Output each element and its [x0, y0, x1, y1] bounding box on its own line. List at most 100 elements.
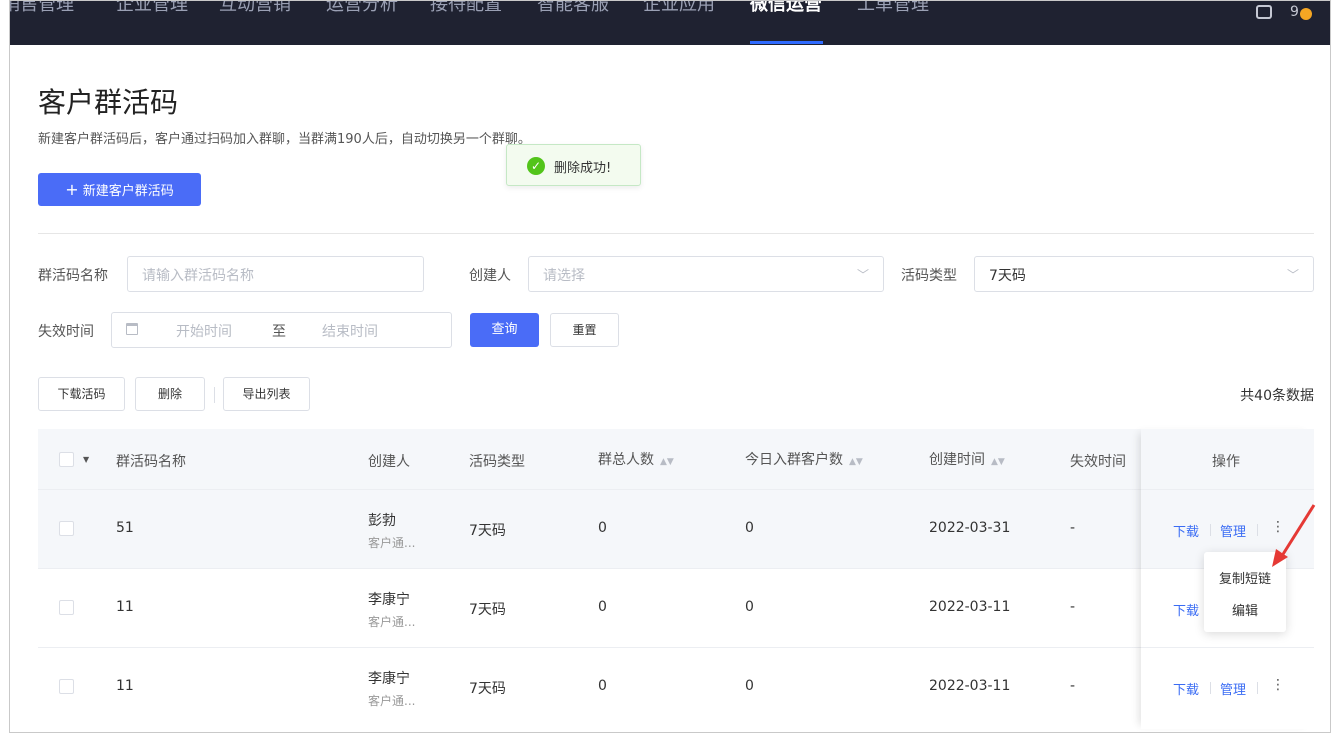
op-separator	[1257, 682, 1258, 694]
top-nav: 销售管理 企业管理 互动营销 运营分析 接待配置 智能客服 企业应用 微信运营 …	[10, 1, 1330, 45]
row-creator-sub: 客户通...	[368, 536, 416, 550]
table-row: 11 李康宁 客户通... 7天码 0 0 2022-03-11 -	[38, 568, 1314, 647]
check-circle-icon: ✓	[527, 157, 545, 175]
row-name: 11	[116, 678, 134, 694]
nav-active-underline	[750, 41, 823, 44]
row-type: 7天码	[469, 602, 506, 618]
new-button-label: 新建客户群活码	[82, 184, 174, 199]
chevron-down-icon: ﹀	[856, 268, 869, 282]
annotation-arrow-icon	[1272, 504, 1316, 567]
op-separator	[1210, 682, 1211, 694]
row-creator-sub: 客户通...	[368, 615, 416, 629]
row-name: 51	[116, 520, 134, 536]
row-expire: -	[1070, 599, 1076, 615]
row-type: 7天码	[469, 523, 506, 539]
name-filter-input[interactable]: 请输入群活码名称	[127, 256, 424, 292]
header-total-members-label: 群总人数	[598, 452, 654, 468]
header-ops: 操作	[1212, 454, 1240, 470]
header-today-joined[interactable]: 今日入群客户数 ▲▼	[745, 449, 863, 469]
row-created: 2022-03-11	[929, 599, 1011, 615]
page-title: 客户群活码	[38, 86, 179, 119]
creator-select[interactable]: 请选择 ﹀	[528, 256, 884, 292]
type-select[interactable]: 7天码 ﹀	[974, 256, 1314, 292]
row-total: 0	[598, 520, 607, 536]
sort-icon: ▲▼	[849, 457, 863, 467]
menu-item-edit[interactable]: 编辑	[1204, 600, 1286, 619]
header-today-joined-label: 今日入群客户数	[745, 452, 843, 468]
row-today: 0	[745, 599, 754, 615]
header-type: 活码类型	[469, 454, 525, 470]
type-filter-label: 活码类型	[901, 268, 957, 284]
sort-icon: ▲▼	[991, 457, 1005, 467]
header-total-members[interactable]: 群总人数 ▲▼	[598, 449, 674, 469]
row-checkbox[interactable]	[59, 679, 74, 694]
row-download-link[interactable]: 下载	[1173, 679, 1199, 698]
row-expire: -	[1070, 520, 1076, 536]
toast-message: 删除成功!	[554, 161, 612, 176]
row-creator-sub: 客户通...	[368, 694, 416, 708]
delete-button[interactable]: 删除	[135, 377, 205, 411]
expire-filter-label: 失效时间	[38, 324, 94, 340]
row-today: 0	[745, 520, 754, 536]
calendar-icon	[126, 323, 138, 335]
row-expire: -	[1070, 678, 1076, 694]
more-actions-icon[interactable]: ⋮	[1271, 677, 1285, 693]
nav-item-apps[interactable]: 企业应用	[643, 1, 715, 39]
row-total: 0	[598, 678, 607, 694]
user-name[interactable]: 9	[1290, 4, 1299, 20]
table-row: 11 李康宁 客户通... 7天码 0 0 2022-03-11 -	[38, 647, 1314, 726]
row-created: 2022-03-31	[929, 520, 1011, 536]
table-row: 51 彭勃 客户通... 7天码 0 0 2022-03-31 -	[38, 489, 1314, 568]
header-created-label: 创建时间	[929, 452, 985, 468]
new-group-code-button[interactable]: + 新建客户群活码	[38, 173, 201, 206]
nav-item-sales[interactable]: 销售管理	[10, 1, 74, 39]
nav-item-analytics[interactable]: 运营分析	[326, 1, 398, 39]
end-date-placeholder: 结束时间	[322, 324, 378, 340]
row-creator: 彭勃	[368, 513, 396, 529]
notification-badge-icon	[1300, 8, 1312, 20]
row-created: 2022-03-11	[929, 678, 1011, 694]
sort-icon: ▲▼	[660, 457, 674, 467]
op-separator	[1210, 524, 1211, 536]
op-separator	[1257, 524, 1258, 536]
header-creator: 创建人	[368, 454, 410, 470]
nav-item-enterprise[interactable]: 企业管理	[116, 1, 188, 39]
row-download-link[interactable]: 下载	[1173, 521, 1199, 540]
row-total: 0	[598, 599, 607, 615]
row-checkbox[interactable]	[59, 600, 74, 615]
row-manage-link[interactable]: 管理	[1220, 679, 1246, 698]
header-divider	[38, 233, 1314, 234]
row-today: 0	[745, 678, 754, 694]
nav-item-marketing[interactable]: 互动营销	[219, 1, 291, 39]
nav-item-wechat-ops[interactable]: 微信运营	[750, 1, 822, 39]
name-filter-placeholder: 请输入群活码名称	[142, 268, 254, 284]
action-separator	[214, 387, 215, 403]
row-type: 7天码	[469, 681, 506, 697]
header-name: 群活码名称	[116, 454, 186, 470]
header-expire: 失效时间	[1070, 454, 1126, 470]
nav-item-ai-service[interactable]: 智能客服	[537, 1, 609, 39]
reset-button[interactable]: 重置	[550, 313, 619, 347]
header-created[interactable]: 创建时间 ▲▼	[929, 449, 1005, 469]
row-manage-link[interactable]: 管理	[1220, 521, 1246, 540]
row-name: 11	[116, 599, 134, 615]
page-description: 新建客户群活码后，客户通过扫码加入群聊，当群满190人后，自动切换另一个群聊。	[38, 132, 531, 147]
edit-icon[interactable]	[1256, 5, 1272, 19]
nav-item-reception[interactable]: 接待配置	[430, 1, 502, 39]
select-all-checkbox[interactable]	[59, 452, 74, 467]
download-codes-button[interactable]: 下载活码	[38, 377, 125, 411]
row-creator: 李康宁	[368, 671, 410, 687]
row-download-link[interactable]: 下载	[1173, 600, 1199, 619]
success-toast: ✓ 删除成功!	[506, 144, 641, 186]
caret-down-icon[interactable]: ▼	[83, 455, 89, 464]
expire-date-range[interactable]: 开始时间 至 结束时间	[111, 312, 452, 348]
row-creator: 李康宁	[368, 592, 410, 608]
row-checkbox[interactable]	[59, 521, 74, 536]
nav-item-tickets[interactable]: 工单管理	[857, 1, 929, 39]
name-filter-label: 群活码名称	[38, 268, 108, 284]
query-button[interactable]: 查询	[470, 313, 539, 347]
date-range-separator: 至	[272, 324, 286, 340]
export-list-button[interactable]: 导出列表	[223, 377, 310, 411]
total-count: 共40条数据	[1240, 388, 1314, 404]
creator-filter-label: 创建人	[469, 268, 511, 284]
